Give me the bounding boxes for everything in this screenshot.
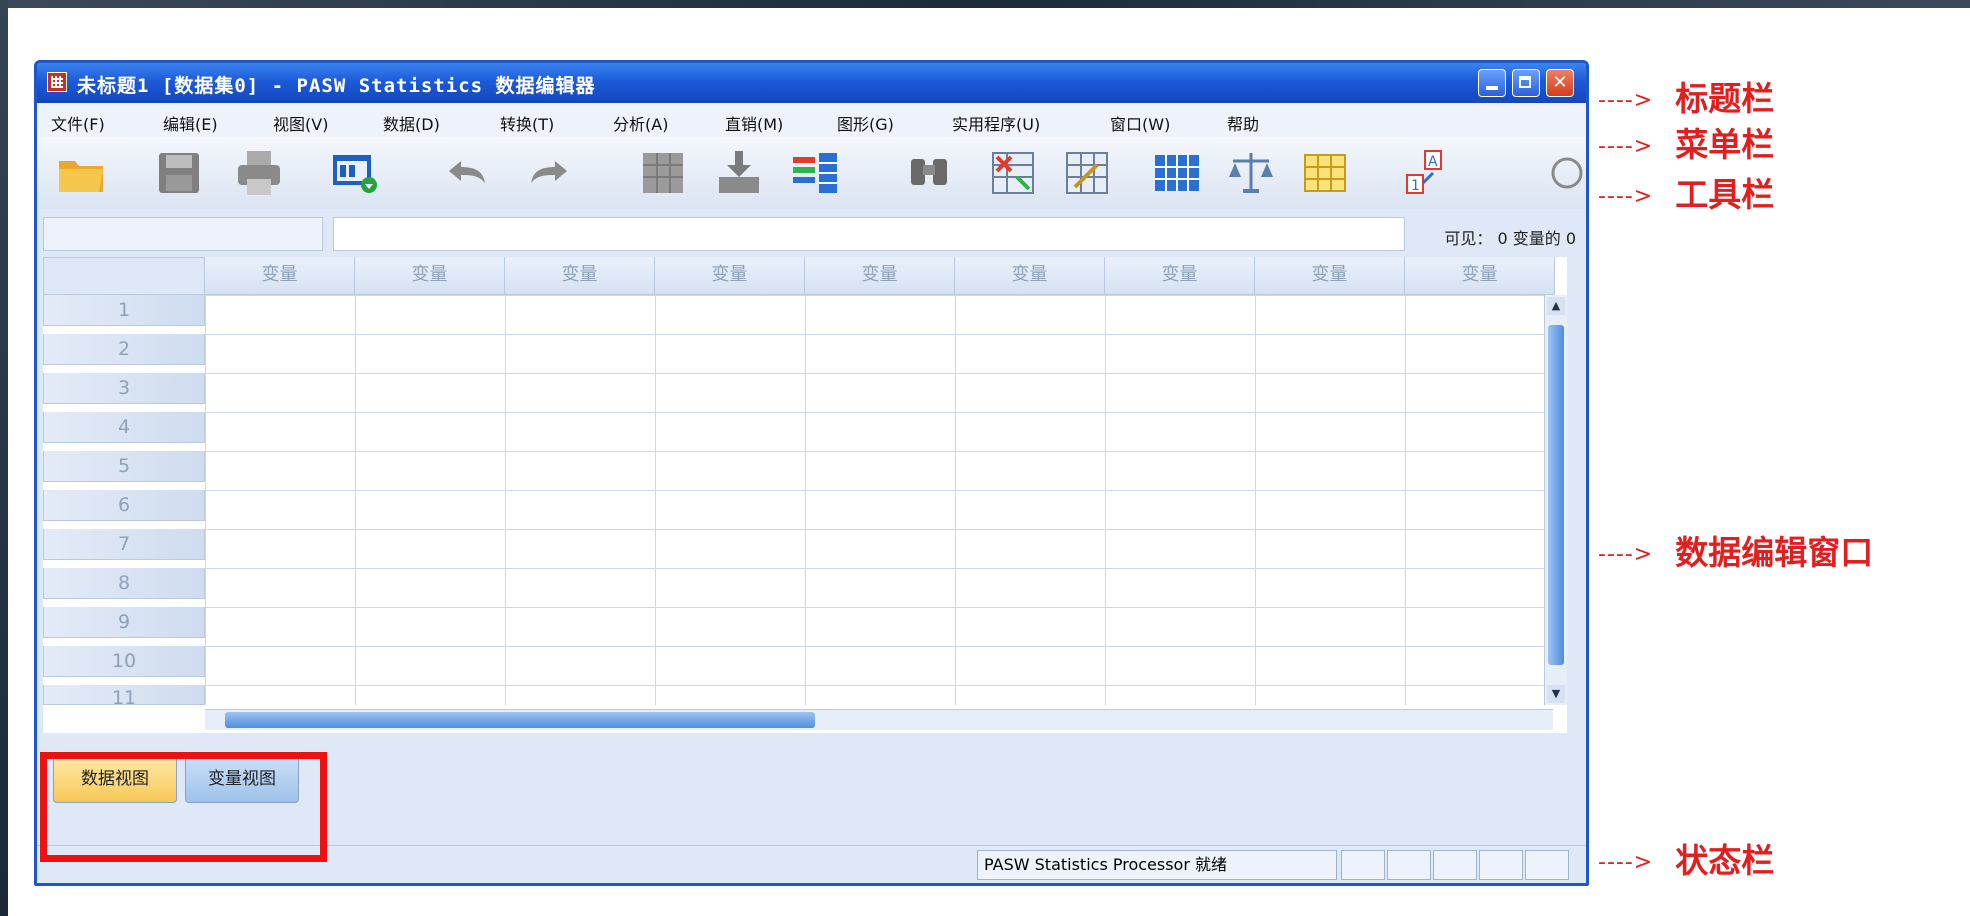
annotation-data-window: ----> 数据编辑窗口 <box>1598 526 1873 574</box>
cell-value-input[interactable] <box>333 217 1405 251</box>
row-header[interactable]: 2 <box>43 334 205 365</box>
toolbar: A1 <box>37 137 1586 210</box>
status-pane <box>1341 850 1385 880</box>
row-header[interactable]: 10 <box>43 646 205 677</box>
annotation-arrow: ----> <box>1598 850 1654 875</box>
menu-data[interactable]: 数据(D) <box>383 111 440 135</box>
vertical-scrollbar[interactable]: ▲ ▼ <box>1544 295 1567 705</box>
status-text: PASW Statistics Processor 就绪 <box>977 850 1337 880</box>
menu-view[interactable]: 视图(V) <box>273 111 328 135</box>
menu-graphs[interactable]: 图形(G) <box>837 111 894 135</box>
menu-transform[interactable]: 转换(T) <box>500 111 554 135</box>
menu-bar: 文件(F) 编辑(E) 视图(V) 数据(D) 转换(T) 分析(A) 直销(M… <box>37 103 1586 138</box>
value-labels-icon[interactable]: A1 <box>1401 147 1453 199</box>
find-icon[interactable] <box>903 147 955 199</box>
status-pane <box>1479 850 1523 880</box>
row-header[interactable]: 1 <box>43 295 205 326</box>
background-left-strip <box>0 0 8 916</box>
app-grid-icon <box>47 72 67 92</box>
annotation-status-bar-label: 状态栏 <box>1675 841 1775 880</box>
maximize-button[interactable] <box>1512 69 1540 97</box>
insert-variable-icon[interactable] <box>1061 147 1113 199</box>
menu-direct-marketing[interactable]: 直销(M) <box>725 111 783 135</box>
title-bar[interactable]: 未标题1 [数据集0] - PASW Statistics 数据编辑器 <box>37 63 1586 103</box>
column-header[interactable]: 变量 <box>955 257 1105 295</box>
annotation-data-window-label: 数据编辑窗口 <box>1675 533 1874 572</box>
annotation-status-bar: ----> 状态栏 <box>1598 834 1774 882</box>
scroll-down-icon[interactable]: ▼ <box>1547 685 1565 703</box>
visible-variables-label: 可见： 0 变量的 0 <box>1444 229 1576 248</box>
row-header[interactable]: 7 <box>43 529 205 560</box>
annotation-toolbar: ----> 工具栏 <box>1598 168 1774 216</box>
redo-icon[interactable] <box>523 147 575 199</box>
split-file-icon[interactable] <box>1151 147 1203 199</box>
dialog-recall-icon[interactable] <box>329 147 381 199</box>
annotation-arrow: ----> <box>1598 134 1654 159</box>
data-cells[interactable] <box>205 295 1553 705</box>
horizontal-scroll-thumb[interactable] <box>225 712 815 728</box>
scroll-up-icon[interactable]: ▲ <box>1547 297 1565 315</box>
goto-case-icon[interactable] <box>637 147 689 199</box>
row-header[interactable]: 11 <box>43 685 205 709</box>
vertical-scroll-thumb[interactable] <box>1548 325 1564 665</box>
svg-text:A: A <box>1428 154 1438 170</box>
column-header[interactable]: 变量 <box>505 257 655 295</box>
print-icon[interactable] <box>233 147 285 199</box>
goto-variable-icon[interactable] <box>713 147 765 199</box>
open-folder-icon[interactable] <box>55 147 107 199</box>
annotation-menu-bar: ----> 菜单栏 <box>1598 118 1774 166</box>
menu-file[interactable]: 文件(F) <box>51 111 105 135</box>
weight-cases-icon[interactable] <box>1225 147 1277 199</box>
row-header[interactable]: 9 <box>43 607 205 638</box>
row-header[interactable]: 4 <box>43 412 205 443</box>
row-header[interactable]: 6 <box>43 490 205 521</box>
variables-icon[interactable] <box>789 147 841 199</box>
menu-edit[interactable]: 编辑(E) <box>163 111 218 135</box>
background-top-strip <box>0 0 1970 8</box>
horizontal-scrollbar[interactable] <box>205 709 1553 730</box>
column-header[interactable]: 变量 <box>805 257 955 295</box>
annotation-title-bar-label: 标题栏 <box>1675 79 1775 118</box>
column-header[interactable]: 变量 <box>1405 257 1555 295</box>
row-header[interactable]: 3 <box>43 373 205 404</box>
grid-corner[interactable] <box>43 257 205 295</box>
status-pane <box>1525 850 1569 880</box>
menu-window[interactable]: 窗口(W) <box>1110 111 1170 135</box>
close-button[interactable] <box>1546 69 1574 97</box>
menu-analyze[interactable]: 分析(A) <box>613 111 668 135</box>
column-header[interactable]: 变量 <box>655 257 805 295</box>
undo-icon[interactable] <box>441 147 493 199</box>
save-icon[interactable] <box>153 147 205 199</box>
row-header[interactable]: 8 <box>43 568 205 599</box>
annotation-menu-bar-label: 菜单栏 <box>1675 125 1775 164</box>
tabs-highlight-box <box>40 752 327 862</box>
column-header[interactable]: 变量 <box>205 257 355 295</box>
cell-editor-bar: 可见： 0 变量的 0 <box>37 209 1586 255</box>
data-grid: 变量 变量 变量 变量 变量 变量 变量 变量 变量 1 2 3 4 5 6 7… <box>43 257 1567 733</box>
window-title: 未标题1 [数据集0] - PASW Statistics 数据编辑器 <box>77 75 596 97</box>
svg-text:1: 1 <box>1411 178 1420 194</box>
annotation-arrow: ----> <box>1598 88 1654 113</box>
column-header[interactable]: 变量 <box>1255 257 1405 295</box>
menu-utilities[interactable]: 实用程序(U) <box>952 111 1040 135</box>
cell-name-box[interactable] <box>43 217 323 251</box>
column-header[interactable]: 变量 <box>1105 257 1255 295</box>
annotation-toolbar-label: 工具栏 <box>1675 175 1775 214</box>
insert-cases-icon[interactable] <box>987 147 1039 199</box>
menu-help[interactable]: 帮助 <box>1227 111 1259 135</box>
annotation-arrow: ----> <box>1598 542 1654 567</box>
annotation-arrow: ----> <box>1598 184 1654 209</box>
status-pane <box>1387 850 1431 880</box>
circles-icon[interactable] <box>1547 147 1587 199</box>
status-pane <box>1433 850 1477 880</box>
column-header[interactable]: 变量 <box>355 257 505 295</box>
minimize-button[interactable] <box>1478 69 1506 97</box>
annotation-title-bar: ----> 标题栏 <box>1598 72 1774 120</box>
row-header[interactable]: 5 <box>43 451 205 482</box>
select-cases-icon[interactable] <box>1299 147 1351 199</box>
